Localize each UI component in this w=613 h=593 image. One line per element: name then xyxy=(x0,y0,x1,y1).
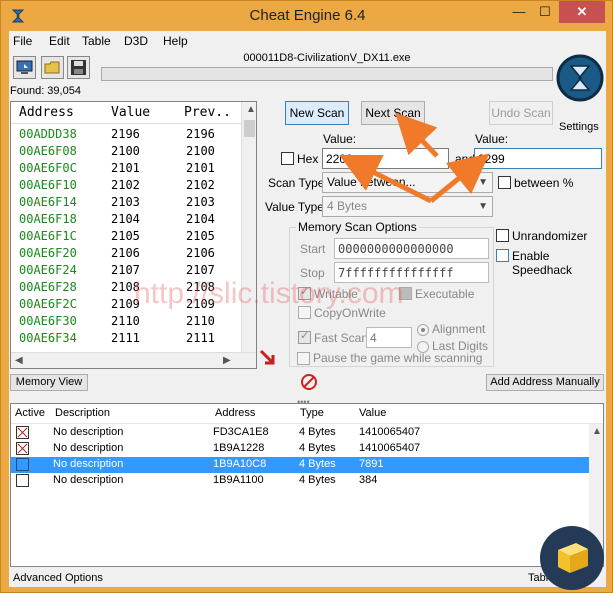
main-client-area: File Edit Table D3D Help 000011D8-Civili… xyxy=(9,31,606,587)
window-frame: Cheat Engine 6.4 — ☐ ✕ File Edit Table D… xyxy=(0,0,613,593)
cheat-table-row[interactable]: No description 1B9A1100 4 Bytes 384 xyxy=(11,473,589,489)
title-bar: Cheat Engine 6.4 — ☐ ✕ xyxy=(1,1,613,31)
package-badge-icon[interactable] xyxy=(540,526,604,590)
address-cell: 1B9A1100 xyxy=(213,474,264,486)
address-cell: 1B9A1228 xyxy=(213,442,265,454)
maximize-button[interactable]: ☐ xyxy=(532,1,558,23)
cheat-table-row[interactable]: No description FD3CA1E8 4 Bytes 1410065407 xyxy=(11,425,589,441)
active-checkbox[interactable] xyxy=(16,442,29,455)
column-active[interactable]: Active xyxy=(15,407,45,419)
active-checkbox[interactable] xyxy=(16,426,29,439)
column-type[interactable]: Type xyxy=(300,407,324,419)
scroll-up-icon[interactable]: ▲ xyxy=(592,426,602,437)
value-cell: 1410065407 xyxy=(359,442,421,454)
description-cell: No description xyxy=(53,458,124,470)
minimize-button[interactable]: — xyxy=(506,1,532,23)
description-cell: No description xyxy=(53,474,124,486)
cheat-table[interactable]: Active Description Address Type Value No… xyxy=(10,403,604,567)
close-button[interactable]: ✕ xyxy=(559,1,605,23)
type-cell: 4 Bytes xyxy=(299,474,336,486)
column-ct-address[interactable]: Address xyxy=(215,407,255,419)
status-bar: Advanced Options Table xyxy=(9,569,606,587)
type-cell: 4 Bytes xyxy=(299,442,336,454)
value-cell: 384 xyxy=(359,474,378,486)
arrow-to-next-scan xyxy=(395,112,439,158)
cheat-table-header: Active Description Address Type Value xyxy=(11,404,603,424)
type-cell: 4 Bytes xyxy=(299,426,336,438)
cheat-table-row[interactable]: No description 1B9A1228 4 Bytes 1410065407 xyxy=(11,441,589,457)
active-checkbox[interactable] xyxy=(16,458,29,471)
address-cell: FD3CA1E8 xyxy=(213,426,269,438)
column-ct-value[interactable]: Value xyxy=(359,407,386,419)
arrow-to-value-to xyxy=(429,153,490,203)
advanced-options-link[interactable]: Advanced Options xyxy=(13,572,103,584)
add-address-manually-button[interactable]: Add Address Manually xyxy=(486,374,604,391)
type-cell: 4 Bytes xyxy=(299,458,336,470)
description-cell: No description xyxy=(53,426,124,438)
active-checkbox[interactable] xyxy=(16,474,29,487)
column-description[interactable]: Description xyxy=(55,407,110,419)
description-cell: No description xyxy=(53,442,124,454)
stop-icon[interactable] xyxy=(300,373,318,391)
cheat-table-row[interactable]: No description 1B9A10C8 4 Bytes 7891 xyxy=(11,457,589,473)
arrow-to-value-from xyxy=(339,155,433,204)
value-cell: 1410065407 xyxy=(359,426,421,438)
memory-view-button[interactable]: Memory View xyxy=(10,374,88,391)
address-cell: 1B9A10C8 xyxy=(213,458,267,470)
value-cell: 7891 xyxy=(359,458,384,470)
